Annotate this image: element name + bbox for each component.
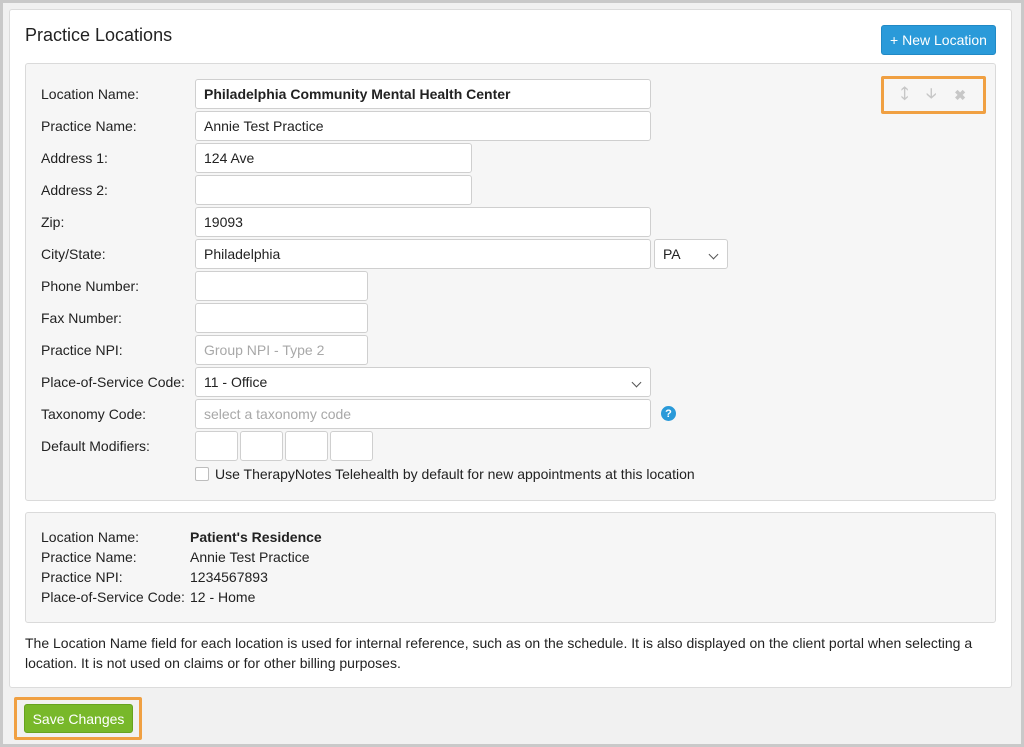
- chevron-down-icon: [708, 249, 719, 260]
- telehealth-label: Use TherapyNotes Telehealth by default f…: [215, 466, 695, 482]
- pos-select[interactable]: 11 - Office: [195, 367, 651, 397]
- location-reorder-controls: 🡙 🡣 ✖: [881, 76, 986, 114]
- phone-label: Phone Number:: [41, 278, 140, 294]
- fax-input[interactable]: [195, 303, 368, 333]
- address2-input[interactable]: [195, 175, 472, 205]
- chevron-down-icon: [631, 377, 642, 388]
- city-state-label: City/State:: [41, 246, 106, 262]
- npi-input[interactable]: Group NPI - Type 2: [195, 335, 368, 365]
- taxonomy-input[interactable]: select a taxonomy code: [195, 399, 651, 429]
- arrow-down-icon[interactable]: 🡣: [926, 83, 936, 107]
- new-location-button[interactable]: + New Location: [881, 25, 996, 55]
- summary-practice-name-value: Annie Test Practice: [190, 549, 310, 565]
- location-summary-card[interactable]: [25, 512, 996, 623]
- pos-select-value: 11 - Office: [204, 374, 268, 390]
- taxonomy-label: Taxonomy Code:: [41, 406, 147, 422]
- location-name-note: The Location Name field for each locatio…: [25, 635, 973, 671]
- summary-npi-label: Practice NPI:: [41, 569, 123, 585]
- modifier-input-3[interactable]: [285, 431, 328, 461]
- location-name-input[interactable]: Philadelphia Community Mental Health Cen…: [195, 79, 651, 109]
- address2-label: Address 2:: [41, 182, 108, 198]
- state-select[interactable]: PA: [654, 239, 728, 269]
- summary-pos-value: 12 - Home: [190, 589, 256, 605]
- practice-name-label: Practice Name:: [41, 118, 137, 134]
- summary-location-name-label: Location Name:: [41, 529, 140, 545]
- location-name-label: Location Name:: [41, 86, 140, 102]
- arrow-up-icon[interactable]: 🡙: [901, 83, 908, 107]
- practice-name-input[interactable]: Annie Test Practice: [195, 111, 651, 141]
- help-icon[interactable]: ?: [661, 406, 676, 421]
- telehealth-checkbox[interactable]: [195, 467, 209, 481]
- modifier-input-2[interactable]: [240, 431, 283, 461]
- save-changes-button[interactable]: Save Changes: [24, 704, 133, 733]
- modifier-input-4[interactable]: [330, 431, 373, 461]
- pos-label: Place-of-Service Code:: [41, 374, 185, 390]
- state-select-value: PA: [663, 246, 681, 262]
- telehealth-option: Use TherapyNotes Telehealth by default f…: [195, 464, 695, 484]
- modifier-input-1[interactable]: [195, 431, 238, 461]
- address1-label: Address 1:: [41, 150, 108, 166]
- phone-input[interactable]: [195, 271, 368, 301]
- summary-npi-value: 1234567893: [190, 569, 268, 585]
- summary-location-name-value: Patient's Residence: [190, 529, 322, 545]
- fax-label: Fax Number:: [41, 310, 122, 326]
- zip-input[interactable]: 19093: [195, 207, 651, 237]
- npi-label: Practice NPI:: [41, 342, 123, 358]
- summary-pos-label: Place-of-Service Code:: [41, 589, 185, 605]
- close-icon[interactable]: ✖: [954, 87, 966, 104]
- zip-label: Zip:: [41, 214, 65, 230]
- modifiers-label: Default Modifiers:: [41, 438, 150, 454]
- page-title: Practice Locations: [25, 25, 173, 45]
- address1-input[interactable]: 124 Ave: [195, 143, 472, 173]
- city-input[interactable]: Philadelphia: [195, 239, 651, 269]
- summary-practice-name-label: Practice Name:: [41, 549, 137, 565]
